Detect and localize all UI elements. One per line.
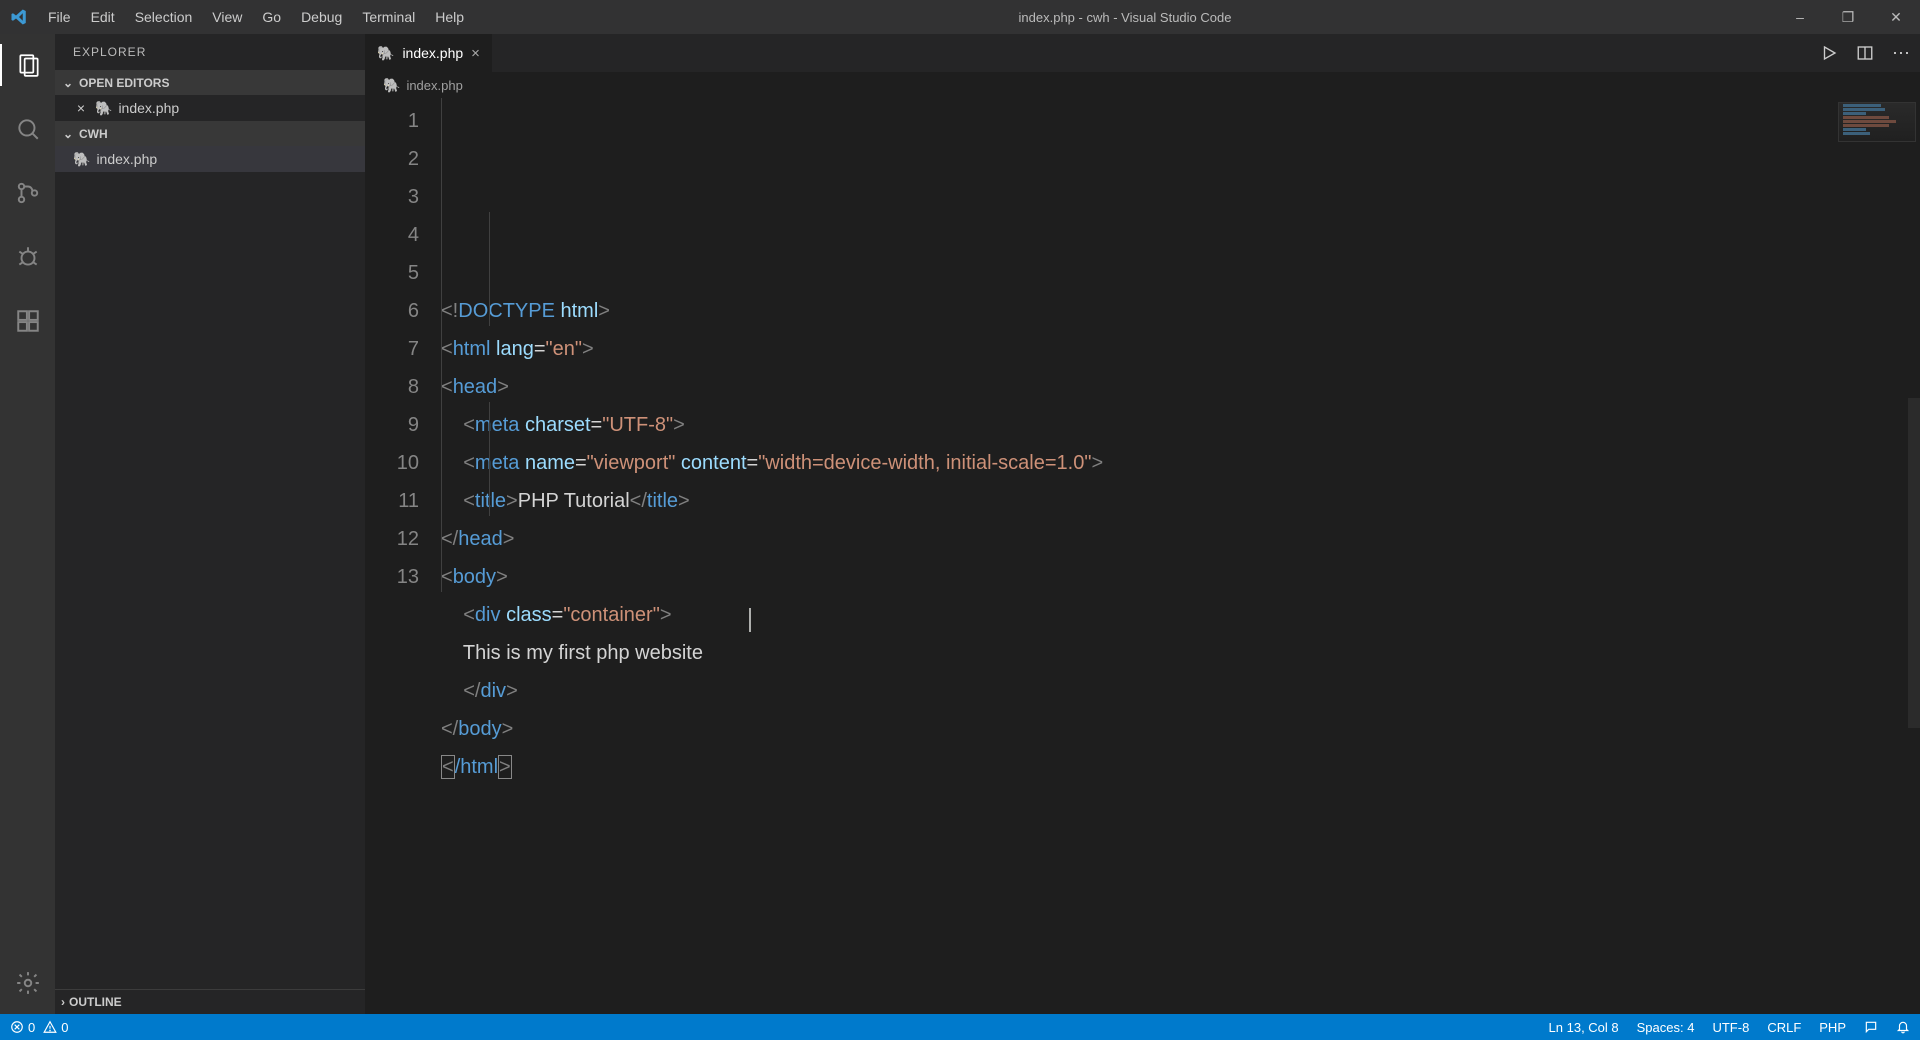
status-bar: 0 0 Ln 13, Col 8 Spaces: 4 UTF-8 CRLF PH… <box>0 1014 1920 1040</box>
tabs-bar: 🐘 index.php × ⋯ <box>365 34 1920 72</box>
chevron-right-icon: › <box>61 995 65 1009</box>
menu-view[interactable]: View <box>202 0 252 34</box>
editor-group: 🐘 index.php × ⋯ 🐘 index.php 123456789101… <box>365 34 1920 1014</box>
close-tab-icon[interactable]: × <box>471 45 480 62</box>
explorer-title: EXPLORER <box>55 34 365 70</box>
split-editor-icon[interactable] <box>1856 44 1874 62</box>
status-ln-col[interactable]: Ln 13, Col 8 <box>1549 1020 1619 1035</box>
status-bell-icon[interactable] <box>1896 1020 1910 1034</box>
menu-help[interactable]: Help <box>425 0 474 34</box>
scrollbar[interactable] <box>1908 398 1920 728</box>
vscode-logo-icon <box>0 8 38 26</box>
close-window-button[interactable]: ✕ <box>1872 0 1920 34</box>
breadcrumbs[interactable]: 🐘 index.php <box>365 72 1920 98</box>
menu-selection[interactable]: Selection <box>125 0 203 34</box>
status-feedback-icon[interactable] <box>1864 1020 1878 1034</box>
maximize-button[interactable]: ❐ <box>1824 0 1872 34</box>
php-file-icon: 🐘 <box>383 77 400 94</box>
outline-header[interactable]: › OUTLINE <box>55 989 365 1014</box>
status-encoding[interactable]: UTF-8 <box>1712 1020 1749 1035</box>
explorer-activity-icon[interactable] <box>0 44 55 86</box>
php-file-icon: 🐘 <box>95 100 112 117</box>
title-bar: FileEditSelectionViewGoDebugTerminalHelp… <box>0 0 1920 34</box>
extensions-activity-icon[interactable] <box>0 300 55 342</box>
more-actions-icon[interactable]: ⋯ <box>1892 43 1910 64</box>
open-editors-header[interactable]: ⌄ OPEN EDITORS <box>55 70 365 95</box>
status-eol[interactable]: CRLF <box>1767 1020 1801 1035</box>
status-errors[interactable]: 0 <box>10 1020 35 1035</box>
file-tree-item[interactable]: 🐘 index.php <box>55 146 365 172</box>
activity-bar <box>0 34 55 1014</box>
editor[interactable]: 12345678910111213 <!DOCTYPE html><html l… <box>365 98 1920 1014</box>
settings-gear-icon[interactable] <box>0 962 55 1004</box>
run-icon[interactable] <box>1820 44 1838 62</box>
debug-activity-icon[interactable] <box>0 236 55 278</box>
chevron-down-icon: ⌄ <box>61 127 75 141</box>
search-activity-icon[interactable] <box>0 108 55 150</box>
text-cursor <box>749 608 751 632</box>
minimap[interactable] <box>1838 102 1916 142</box>
menu-file[interactable]: File <box>38 0 81 34</box>
chevron-down-icon: ⌄ <box>61 76 75 90</box>
window-title: index.php - cwh - Visual Studio Code <box>474 10 1776 25</box>
menu-bar: FileEditSelectionViewGoDebugTerminalHelp <box>38 0 474 34</box>
php-file-icon: 🐘 <box>377 45 394 62</box>
status-warnings[interactable]: 0 <box>43 1020 68 1035</box>
close-editor-icon[interactable]: × <box>73 100 89 116</box>
php-file-icon: 🐘 <box>73 151 90 168</box>
code-content[interactable]: <!DOCTYPE html><html lang="en"><head> <m… <box>441 98 1920 1014</box>
status-spaces[interactable]: Spaces: 4 <box>1637 1020 1695 1035</box>
open-editor-item[interactable]: × 🐘 index.php <box>55 95 365 121</box>
sidebar: EXPLORER ⌄ OPEN EDITORS × 🐘 index.php ⌄ … <box>55 34 365 1014</box>
status-language[interactable]: PHP <box>1819 1020 1846 1035</box>
menu-terminal[interactable]: Terminal <box>352 0 425 34</box>
folder-header[interactable]: ⌄ CWH <box>55 121 365 146</box>
menu-edit[interactable]: Edit <box>81 0 125 34</box>
minimize-button[interactable]: – <box>1776 0 1824 34</box>
menu-debug[interactable]: Debug <box>291 0 352 34</box>
gutter: 12345678910111213 <box>365 98 441 1014</box>
editor-tab[interactable]: 🐘 index.php × <box>365 34 493 72</box>
source-control-activity-icon[interactable] <box>0 172 55 214</box>
menu-go[interactable]: Go <box>252 0 291 34</box>
